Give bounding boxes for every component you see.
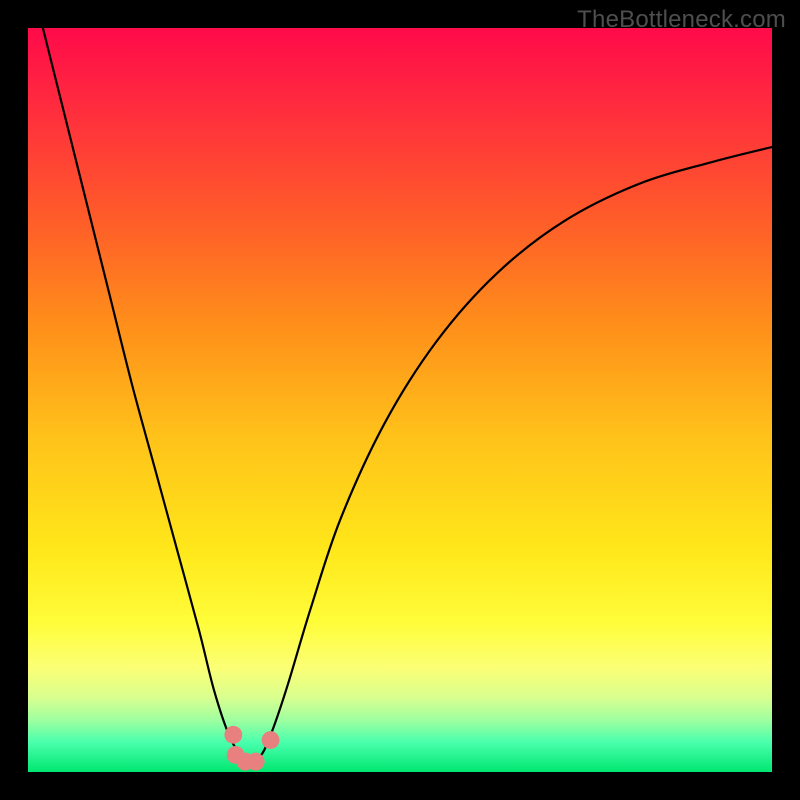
bottleneck-curve bbox=[43, 28, 772, 761]
bottom-dot-2 bbox=[247, 753, 265, 771]
watermark-text: TheBottleneck.com bbox=[577, 6, 786, 34]
right-dot bbox=[262, 731, 280, 749]
curve-markers bbox=[224, 726, 279, 771]
plot-area bbox=[28, 28, 772, 772]
left-dot-upper bbox=[224, 726, 242, 744]
curve-layer bbox=[28, 28, 772, 772]
